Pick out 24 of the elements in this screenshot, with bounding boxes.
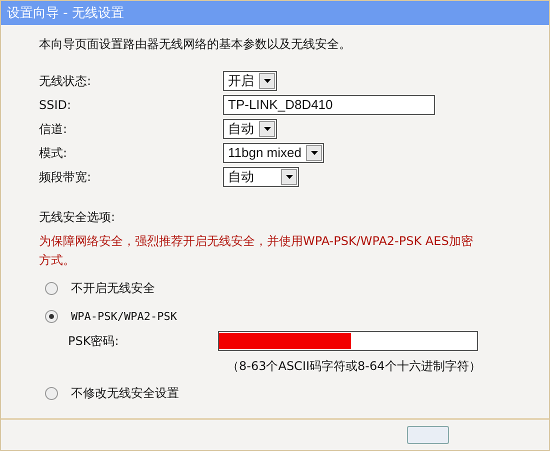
field-label: 无线状态: (39, 73, 92, 90)
field-label: 信道: (39, 121, 68, 138)
option-label: 不修改无线安全设置 (71, 384, 179, 402)
intro-text: 本向导页面设置路由器无线网络的基本参数以及无线安全。 (39, 36, 352, 53)
option-label: 不开启无线安全 (71, 280, 155, 296)
radio-button[interactable] (45, 282, 58, 294)
dropdown[interactable]: 自动 (223, 119, 277, 139)
radio-button[interactable] (45, 310, 58, 322)
field-label: PSK密码: (68, 332, 120, 350)
field-label: 模式: (39, 145, 68, 162)
field-label: 频段带宽: (39, 169, 92, 186)
dropdown[interactable]: 自动 (223, 167, 299, 187)
warning-text: 为保障网络安全，强烈推荐开启无线安全，并使用WPA-PSK/WPA2-PSK AES加密方式。 (39, 233, 474, 269)
radio-button[interactable] (45, 386, 58, 400)
hint-text: （8-63个ASCII码字符或8-64个十六进制字符） (227, 358, 482, 375)
dropdown[interactable]: 开启 (223, 71, 277, 91)
password-field[interactable] (218, 331, 478, 351)
ssid-field[interactable]: TP-LINK_D8D410 (223, 95, 435, 115)
section-heading: 无线安全选项: (39, 209, 116, 226)
option-label: WPA-PSK/WPA2-PSK (71, 310, 177, 322)
field-label: SSID: (39, 97, 72, 114)
window-title: 设置向导 - 无线设置 (7, 5, 124, 22)
dropdown[interactable]: 11bgn mixed (223, 143, 324, 163)
wizard-button[interactable] (407, 426, 449, 444)
